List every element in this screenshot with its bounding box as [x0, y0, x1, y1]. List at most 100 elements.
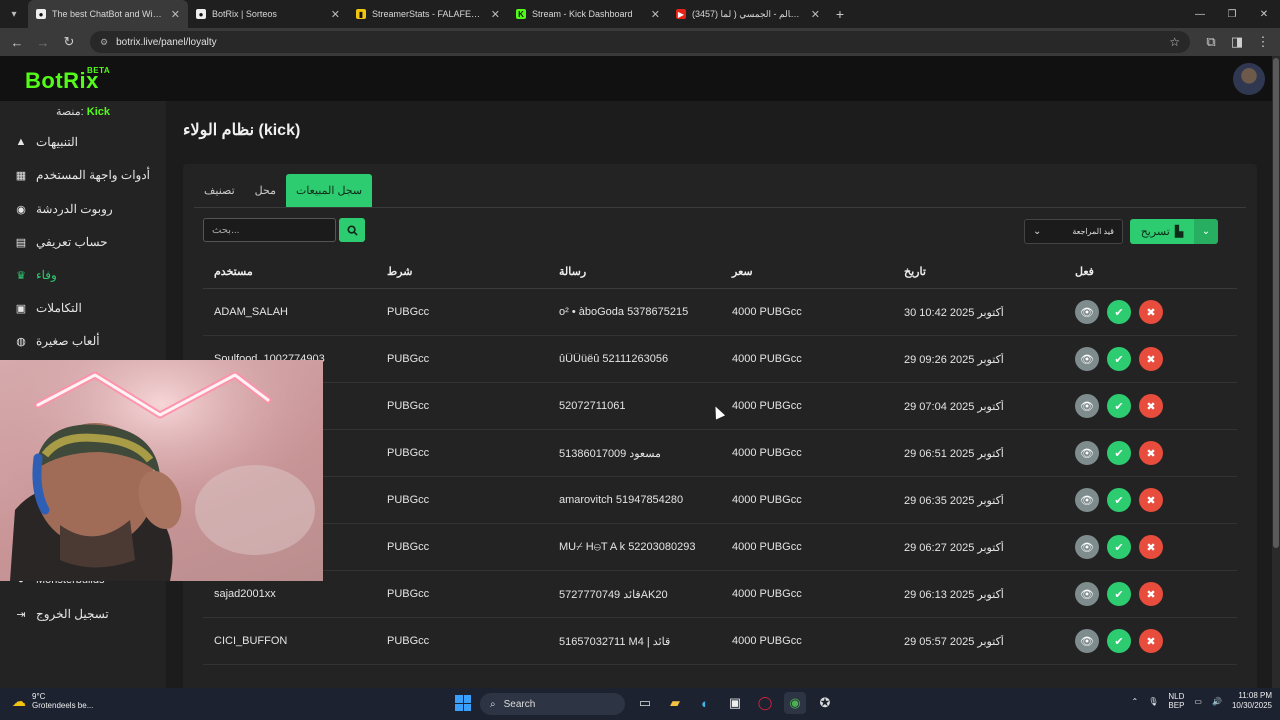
tab-search-icon[interactable]: ▾ — [0, 0, 28, 28]
tab-close-icon[interactable]: ✕ — [491, 8, 500, 21]
sidebar-item-loyalty[interactable]: ♛ وفاء — [0, 261, 166, 289]
chevron-up-icon[interactable]: ⌃ — [1132, 697, 1139, 706]
approve-button[interactable]: ✔ — [1107, 629, 1131, 653]
header-user[interactable]: مستخدم — [203, 265, 376, 278]
header-message[interactable]: رسالة — [548, 265, 721, 278]
forward-icon[interactable]: → — [32, 31, 54, 53]
botrix-logo[interactable]: BotRix BETA — [25, 66, 110, 94]
sidebar-item-logout[interactable]: ⇥ تسجيل الخروج — [0, 600, 166, 628]
approve-button[interactable]: ✔ — [1107, 347, 1131, 371]
browser-tab[interactable]: K Stream - Kick Dashboard ✕ — [508, 0, 668, 28]
browser-tab[interactable]: ▶ (3457) سليم سالم - الجمسي ( لما ✕ — [668, 0, 828, 28]
view-button[interactable]: 👁 — [1075, 629, 1099, 653]
status-filter-select[interactable]: ⌄ قيد المراجعة — [1024, 219, 1123, 244]
clock[interactable]: 11:08 PM 10/30/2025 — [1232, 691, 1272, 712]
tab-sales-log[interactable]: سجل المبيعات — [285, 174, 373, 207]
site-info-icon[interactable]: ⚙ — [100, 37, 108, 48]
browser-menu-icon[interactable]: ⋮ — [1252, 31, 1274, 53]
cell-message: MU⌿ H⊖T A k 52203080293 — [559, 540, 696, 553]
sidebar-item-label: التنبيهات — [36, 135, 78, 149]
approve-button[interactable]: ✔ — [1107, 441, 1131, 465]
minimize-icon[interactable]: — — [1184, 0, 1216, 28]
tab-close-icon[interactable]: ✕ — [811, 8, 820, 21]
approve-button[interactable]: ✔ — [1107, 488, 1131, 512]
extensions-icon[interactable]: ⧉ — [1200, 31, 1222, 53]
reject-button[interactable]: ✖ — [1139, 582, 1163, 606]
view-button[interactable]: 👁 — [1075, 300, 1099, 324]
weather-temp: 9°C — [32, 692, 46, 701]
view-button[interactable]: 👁 — [1075, 347, 1099, 371]
sidebar-item-widgets[interactable]: ▦ أدوات واجهة المستخدم — [0, 161, 166, 189]
cell-actions: 👁 ✔ ✖ — [1066, 300, 1237, 324]
browser-tab[interactable]: ▮ StreamerStats - FALAFELCO Pro ✕ — [348, 0, 508, 28]
microphone-icon[interactable]: 🎙 — [1148, 697, 1158, 706]
close-window-icon[interactable]: ✕ — [1248, 0, 1280, 28]
chrome-icon[interactable]: ◉ — [784, 692, 806, 714]
view-button[interactable]: 👁 — [1075, 582, 1099, 606]
sidebar-item-profile[interactable]: ▤ حساب تعريفي — [0, 228, 166, 256]
display-icon[interactable]: ▭ — [1194, 697, 1202, 706]
header-date[interactable]: تاريخ — [893, 265, 1066, 278]
weather-widget[interactable]: ☁ 9°C Grotendeels be... — [12, 692, 93, 710]
botrix-favicon-icon: ● — [36, 9, 46, 19]
sidebar-item-label: روبوت الدردشة — [36, 202, 113, 216]
url-field[interactable]: ⚙ botrix.live/panel/loyalty ☆ — [90, 31, 1190, 53]
language-indicator[interactable]: NLD BEP — [1168, 692, 1184, 711]
sidebar-item-alerts[interactable]: ▲ التنبيهات — [0, 128, 166, 156]
search-input[interactable]: بحث... — [203, 218, 336, 242]
sidebar-item-chatbot[interactable]: ◉ روبوت الدردشة — [0, 195, 166, 223]
app-icon[interactable]: ✪ — [814, 692, 836, 714]
store-icon[interactable]: ▣ — [724, 692, 746, 714]
reload-icon[interactable]: ↻ — [58, 31, 80, 53]
avatar[interactable] — [1233, 63, 1265, 95]
approve-button[interactable]: ✔ — [1107, 300, 1131, 324]
export-dropdown-toggle[interactable]: ⌄ — [1194, 219, 1218, 244]
approve-button[interactable]: ✔ — [1107, 535, 1131, 559]
view-button[interactable]: 👁 — [1075, 394, 1099, 418]
table-header: مستخدم شرط رسالة سعر تاريخ فعل — [203, 254, 1237, 289]
taskbar-search[interactable]: ⌕ Search — [480, 693, 625, 715]
page-scrollbar[interactable] — [1272, 56, 1280, 688]
approve-button[interactable]: ✔ — [1107, 394, 1131, 418]
browser-tab[interactable]: ● The best ChatBot and Widgets ✕ — [28, 0, 188, 28]
cell-price: 4000 PUBGcc — [732, 400, 802, 412]
profile-icon[interactable]: ◨ — [1226, 31, 1248, 53]
reject-button[interactable]: ✖ — [1139, 347, 1163, 371]
tab-ranking[interactable]: تصنيف — [194, 174, 245, 207]
sidebar-item-integrations[interactable]: ▣ التكاملات — [0, 294, 166, 322]
header-condition[interactable]: شرط — [376, 265, 548, 278]
opera-icon[interactable]: ◯ — [754, 692, 776, 714]
header-price[interactable]: سعر — [721, 265, 893, 278]
tab-close-icon[interactable]: ✕ — [331, 8, 340, 21]
reject-button[interactable]: ✖ — [1139, 488, 1163, 512]
reject-button[interactable]: ✖ — [1139, 394, 1163, 418]
reject-button[interactable]: ✖ — [1139, 300, 1163, 324]
tab-shop[interactable]: محل — [245, 174, 286, 207]
search-button[interactable] — [339, 218, 365, 242]
task-view-icon[interactable]: ▭ — [634, 692, 656, 714]
back-icon[interactable]: ← — [6, 31, 28, 53]
cell-condition: PUBGcc — [387, 541, 430, 553]
approve-button[interactable]: ✔ — [1107, 582, 1131, 606]
view-button[interactable]: 👁 — [1075, 441, 1099, 465]
view-button[interactable]: 👁 — [1075, 488, 1099, 512]
tab-close-icon[interactable]: ✕ — [171, 8, 180, 21]
edge-icon[interactable]: ◐ — [694, 692, 716, 714]
sidebar-item-minigames[interactable]: ◍ ألعاب صغيرة — [0, 327, 166, 355]
export-button[interactable]: تسريح ▙ — [1130, 219, 1194, 244]
reject-button[interactable]: ✖ — [1139, 535, 1163, 559]
scrollbar-thumb[interactable] — [1273, 58, 1279, 548]
volume-icon[interactable]: 🔊 — [1212, 697, 1222, 706]
browser-tab[interactable]: ● BotRix | Sorteos ✕ — [188, 0, 348, 28]
clock-time: 11:08 PM — [1238, 691, 1272, 700]
reject-button[interactable]: ✖ — [1139, 441, 1163, 465]
file-explorer-icon[interactable]: ▰ — [664, 692, 686, 714]
tab-close-icon[interactable]: ✕ — [651, 8, 660, 21]
bookmark-star-icon[interactable]: ☆ — [1169, 35, 1180, 49]
windows-start-icon[interactable] — [455, 695, 471, 711]
reject-button[interactable]: ✖ — [1139, 629, 1163, 653]
restore-icon[interactable]: ❐ — [1216, 0, 1248, 28]
new-tab-icon[interactable]: + — [828, 0, 852, 28]
view-button[interactable]: 👁 — [1075, 535, 1099, 559]
table-row: Soulfood_1002774903 PUBGcc ûÛÜüëû 52111263… — [203, 336, 1237, 383]
